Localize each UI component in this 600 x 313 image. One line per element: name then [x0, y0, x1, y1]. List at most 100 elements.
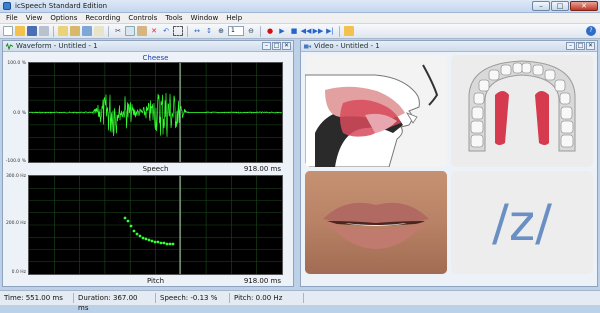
pitch-point	[138, 234, 142, 238]
pitch-point	[141, 236, 145, 240]
pitch-point	[168, 242, 172, 246]
status-time: Time: 551.00 ms	[0, 293, 74, 303]
app-icon	[3, 2, 11, 10]
fit-width-icon[interactable]: ↔	[192, 26, 202, 36]
panel-minimize-button[interactable]: –	[262, 42, 271, 50]
pitch-footer: Pitch 918.00 ms	[28, 277, 283, 286]
pitch-point	[150, 239, 154, 243]
cut-icon[interactable]: ✂	[113, 26, 123, 36]
video-panel-controls: – □ ✕	[566, 42, 595, 50]
lips-video-image	[305, 171, 447, 274]
new-file-icon[interactable]	[3, 26, 13, 36]
paste-icon[interactable]	[137, 26, 147, 36]
menu-tools[interactable]: Tools	[161, 14, 186, 22]
toolbar-separator	[108, 25, 109, 37]
maximize-button[interactable]: □	[551, 1, 569, 11]
status-bar: Time: 551.00 ms Duration: 367.00 ms Spee…	[0, 290, 600, 312]
waveform-ytick-mid: 0.0 %	[13, 111, 26, 116]
video-panel: Video - Untitled - 1 – □ ✕ /z/	[300, 40, 598, 287]
phoneme-label: /z/	[492, 193, 552, 252]
speech-waveform-plot[interactable]	[28, 62, 283, 163]
fast-forward-icon[interactable]: ▶▶	[313, 26, 324, 36]
waveform-footer: Speech 918.00 ms	[28, 165, 283, 174]
save-icon[interactable]	[27, 26, 37, 36]
help-icon[interactable]: ?	[586, 26, 596, 36]
waveform-title: Cheese	[142, 54, 169, 62]
pitch-point	[156, 240, 160, 244]
menu-file[interactable]: File	[2, 14, 22, 22]
minimize-button[interactable]: –	[532, 1, 550, 11]
panel-close-button[interactable]: ✕	[586, 42, 595, 50]
skip-end-icon[interactable]: ▶|	[325, 26, 335, 36]
record-icon[interactable]: ●	[265, 26, 275, 36]
speech-waveform-svg	[28, 63, 282, 162]
toolbar-separator	[53, 25, 54, 37]
palate-diagram	[451, 55, 593, 167]
toolbar-separator	[187, 25, 188, 37]
waveform-ytick-bottom: -100.0 %	[5, 159, 26, 164]
phoneme-tile: /z/	[451, 171, 593, 274]
waveform-icon	[6, 42, 13, 50]
fit-height-icon[interactable]: ↕	[204, 26, 214, 36]
waveform-ytick-top: 100.0 %	[7, 61, 26, 66]
menu-window[interactable]: Window	[187, 14, 223, 22]
undo-icon[interactable]: ↶	[161, 26, 171, 36]
toolbar: ✂ ✕ ↶ ↔ ↕ ⊕ 1 ⊖ ● ▶ ■ ◀◀ ▶▶ ▶| ?	[0, 24, 600, 39]
panel-restore-button[interactable]: □	[576, 42, 585, 50]
waveform-panel-controls: – □ ✕	[262, 42, 291, 50]
lips-video-frame	[305, 171, 447, 274]
notes-icon[interactable]	[94, 26, 104, 36]
panel-minimize-button[interactable]: –	[566, 42, 575, 50]
pitch-plot[interactable]	[28, 175, 283, 275]
record-audio-icon[interactable]	[58, 26, 68, 36]
stop-icon[interactable]: ■	[289, 26, 299, 36]
video-camera-icon	[304, 44, 311, 48]
palate-top-view	[451, 55, 593, 167]
pitch-point	[129, 224, 133, 228]
menu-recording[interactable]: Recording	[81, 14, 124, 22]
speaker-icon[interactable]	[70, 26, 80, 36]
delete-icon[interactable]: ✕	[149, 26, 159, 36]
copy-icon[interactable]	[125, 26, 135, 36]
folder-icon[interactable]	[344, 26, 354, 36]
select-all-icon[interactable]	[173, 26, 183, 36]
pitch-ytick-bottom: 0.0 Hz	[11, 270, 26, 275]
zoom-out-icon[interactable]: ⊖	[246, 26, 256, 36]
menu-controls[interactable]: Controls	[124, 14, 161, 22]
panel-close-button[interactable]: ✕	[282, 42, 291, 50]
zoom-select[interactable]: 1	[228, 26, 244, 36]
articulation-side-view	[305, 55, 447, 167]
menu-bar: File View Options Recording Controls Too…	[0, 13, 600, 24]
status-duration: Duration: 367.00 ms	[74, 293, 156, 312]
side-view-diagram	[305, 55, 447, 167]
pitch-point	[132, 229, 136, 233]
menu-view[interactable]: View	[22, 14, 47, 22]
video-icon[interactable]	[82, 26, 92, 36]
pitch-point	[126, 219, 130, 223]
toolbar-separator	[339, 25, 340, 37]
menu-options[interactable]: Options	[46, 14, 81, 22]
pitch-point	[165, 242, 169, 246]
pitch-point	[159, 241, 163, 245]
video-panel-header: Video - Untitled - 1	[301, 41, 597, 52]
panel-restore-button[interactable]: □	[272, 42, 281, 50]
pitch-ytick-mid: 200.0 Hz	[5, 221, 26, 226]
plot-grid	[29, 176, 282, 274]
pitch-point	[123, 216, 127, 220]
pitch-point	[171, 242, 175, 246]
rewind-icon[interactable]: ◀◀	[301, 26, 312, 36]
open-folder-icon[interactable]	[15, 26, 25, 36]
print-icon[interactable]	[39, 26, 49, 36]
window-title: icSpeech Standard Edition	[15, 2, 108, 10]
pitch-svg	[29, 176, 282, 274]
play-icon[interactable]: ▶	[277, 26, 287, 36]
pitch-point	[135, 232, 139, 236]
pitch-point	[144, 237, 148, 241]
pitch-length: 918.00 ms	[243, 277, 281, 285]
close-button[interactable]: ✕	[570, 1, 598, 11]
zoom-in-icon[interactable]: ⊕	[216, 26, 226, 36]
waveform-panel: Waveform - Untitled - 1 – □ ✕ Cheese 100…	[2, 40, 294, 287]
pitch-ytick-top: 300.0 Hz	[5, 174, 26, 179]
menu-help[interactable]: Help	[222, 14, 246, 22]
waveform-panel-title: Waveform - Untitled - 1	[16, 42, 98, 50]
